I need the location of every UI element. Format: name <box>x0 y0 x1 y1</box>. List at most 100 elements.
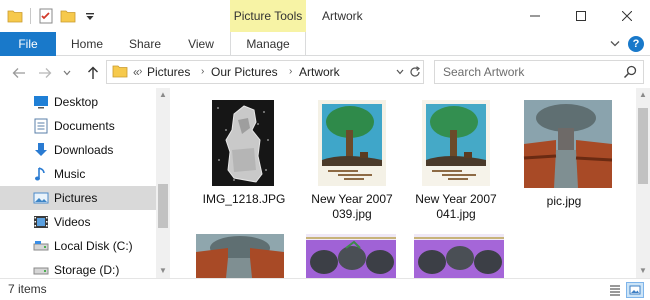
file-name: IMG_1218.JPG <box>202 192 286 206</box>
drive-icon <box>33 262 49 278</box>
toolbar-separator <box>30 8 31 24</box>
tab-manage[interactable]: Manage <box>230 32 306 56</box>
file-item[interactable]: New Year 2007 039.jpg <box>300 98 404 221</box>
tab-home[interactable]: Home <box>62 32 112 56</box>
chevron-down-icon <box>63 70 71 76</box>
file-name: New Year 2007 039.jpg <box>311 192 393 221</box>
file-item[interactable] <box>192 232 296 278</box>
customize-toolbar-icon[interactable] <box>81 7 99 25</box>
details-view-icon <box>610 285 620 296</box>
search-box[interactable] <box>434 60 644 84</box>
tab-view[interactable]: View <box>176 32 226 56</box>
content-scrollbar[interactable]: ▲ ▼ <box>636 88 650 278</box>
picture-tools-header: Picture Tools <box>230 0 306 32</box>
new-folder-icon[interactable] <box>59 7 77 25</box>
large-icons-view-button[interactable] <box>626 282 644 298</box>
chevron-right-icon[interactable]: › <box>201 61 204 83</box>
file-thumbnail <box>418 100 494 186</box>
properties-icon[interactable] <box>37 7 55 25</box>
sidebar-item-label: Music <box>54 167 86 181</box>
minimize-button[interactable] <box>512 0 558 32</box>
address-history-button[interactable] <box>393 61 407 83</box>
details-view-button[interactable] <box>606 282 624 298</box>
scroll-down-icon[interactable]: ▼ <box>156 264 170 278</box>
scroll-up-icon[interactable]: ▲ <box>636 88 650 102</box>
file-item[interactable]: New Year 2007 041.jpg <box>404 98 508 221</box>
sidebar-item-downloads[interactable]: Downloads <box>0 138 156 162</box>
sidebar-item-label: Storage (D:) <box>54 263 120 277</box>
sidebar-item-local-disk-c[interactable]: Local Disk (C:) <box>0 234 156 258</box>
title-bar: Picture Tools Artwork <box>0 0 650 32</box>
tab-share[interactable]: Share <box>120 32 170 56</box>
file-thumbnail <box>412 234 506 278</box>
sidebar-item-label: Downloads <box>54 143 114 157</box>
close-icon <box>622 11 632 21</box>
file-thumbnail <box>304 234 398 278</box>
navigation-bar: « › Pictures › Our Pictures › Artwork <box>0 56 650 88</box>
status-bar: 7 items <box>0 278 650 300</box>
folder-icon <box>112 64 128 81</box>
drive-icon <box>33 238 49 254</box>
downloads-icon <box>33 142 49 158</box>
arrow-left-icon <box>12 68 25 78</box>
scrollbar-thumb[interactable] <box>158 184 168 228</box>
sidebar-item-desktop[interactable]: Desktop <box>0 90 156 114</box>
videos-icon <box>33 214 49 230</box>
search-input[interactable] <box>435 61 615 83</box>
expand-ribbon-button[interactable] <box>608 37 622 51</box>
sidebar-item-videos[interactable]: Videos <box>0 210 156 234</box>
quick-access-toolbar <box>6 7 103 25</box>
file-item[interactable]: pic.jpg <box>512 98 616 218</box>
file-list: IMG_1218.JPG New Year 2007 039.jpg New Y… <box>170 88 636 278</box>
refresh-button[interactable] <box>406 60 424 84</box>
file-thumbnail <box>194 234 286 278</box>
search-icon[interactable] <box>623 65 637 82</box>
arrow-up-icon <box>88 66 98 79</box>
chevron-right-icon[interactable]: › <box>289 61 292 83</box>
sidebar-item-label: Local Disk (C:) <box>54 239 133 253</box>
sidebar-item-documents[interactable]: Documents <box>0 114 156 138</box>
desktop-icon <box>33 94 49 110</box>
address-segment-artwork[interactable]: Artwork <box>299 61 340 83</box>
back-button[interactable] <box>8 62 30 84</box>
file-thumbnail <box>314 100 390 186</box>
ribbon-tabs: File Home Share View Manage ? <box>0 32 650 56</box>
minimize-icon <box>530 15 540 17</box>
refresh-icon <box>410 66 420 77</box>
tab-file[interactable]: File <box>0 32 56 56</box>
recent-locations-button[interactable] <box>60 62 74 84</box>
navigation-pane-scrollbar[interactable]: ▲ ▼ <box>156 88 170 278</box>
sidebar-item-label: Videos <box>54 215 91 229</box>
chevron-down-icon <box>610 41 620 47</box>
scrollbar-thumb[interactable] <box>638 108 648 184</box>
documents-icon <box>33 118 49 134</box>
address-bar[interactable]: « › Pictures › Our Pictures › Artwork <box>106 60 424 84</box>
sidebar-item-label: Documents <box>54 119 115 133</box>
help-icon[interactable]: ? <box>628 36 644 52</box>
chevron-down-icon <box>396 69 404 75</box>
address-segment-pictures[interactable]: Pictures <box>147 61 190 83</box>
sidebar-item-label: Desktop <box>54 95 99 109</box>
file-thumbnail <box>522 100 613 188</box>
up-button[interactable] <box>82 62 104 84</box>
item-count: 7 items <box>8 282 47 296</box>
pictures-icon <box>33 190 49 206</box>
file-item[interactable] <box>300 232 404 278</box>
file-item[interactable]: IMG_1218.JPG <box>192 98 296 218</box>
file-item[interactable] <box>408 232 512 278</box>
file-thumbnail <box>204 100 284 186</box>
window-title: Artwork <box>322 9 363 23</box>
navigation-pane: Desktop Documents Downloads Music Pictur… <box>0 88 170 278</box>
sidebar-item-label: Pictures <box>54 191 98 205</box>
maximize-button[interactable] <box>558 0 604 32</box>
scroll-up-icon[interactable]: ▲ <box>156 88 170 102</box>
sidebar-item-music[interactable]: Music <box>0 162 156 186</box>
scroll-down-icon[interactable]: ▼ <box>636 264 650 278</box>
chevron-right-icon[interactable]: › <box>139 61 142 83</box>
address-segment-our-pictures[interactable]: Our Pictures <box>211 61 278 83</box>
sidebar-item-pictures[interactable]: Pictures <box>0 186 156 210</box>
close-button[interactable] <box>604 0 650 32</box>
folder-icon[interactable] <box>6 7 24 25</box>
forward-button[interactable] <box>34 62 56 84</box>
large-icons-view-icon <box>629 285 641 295</box>
